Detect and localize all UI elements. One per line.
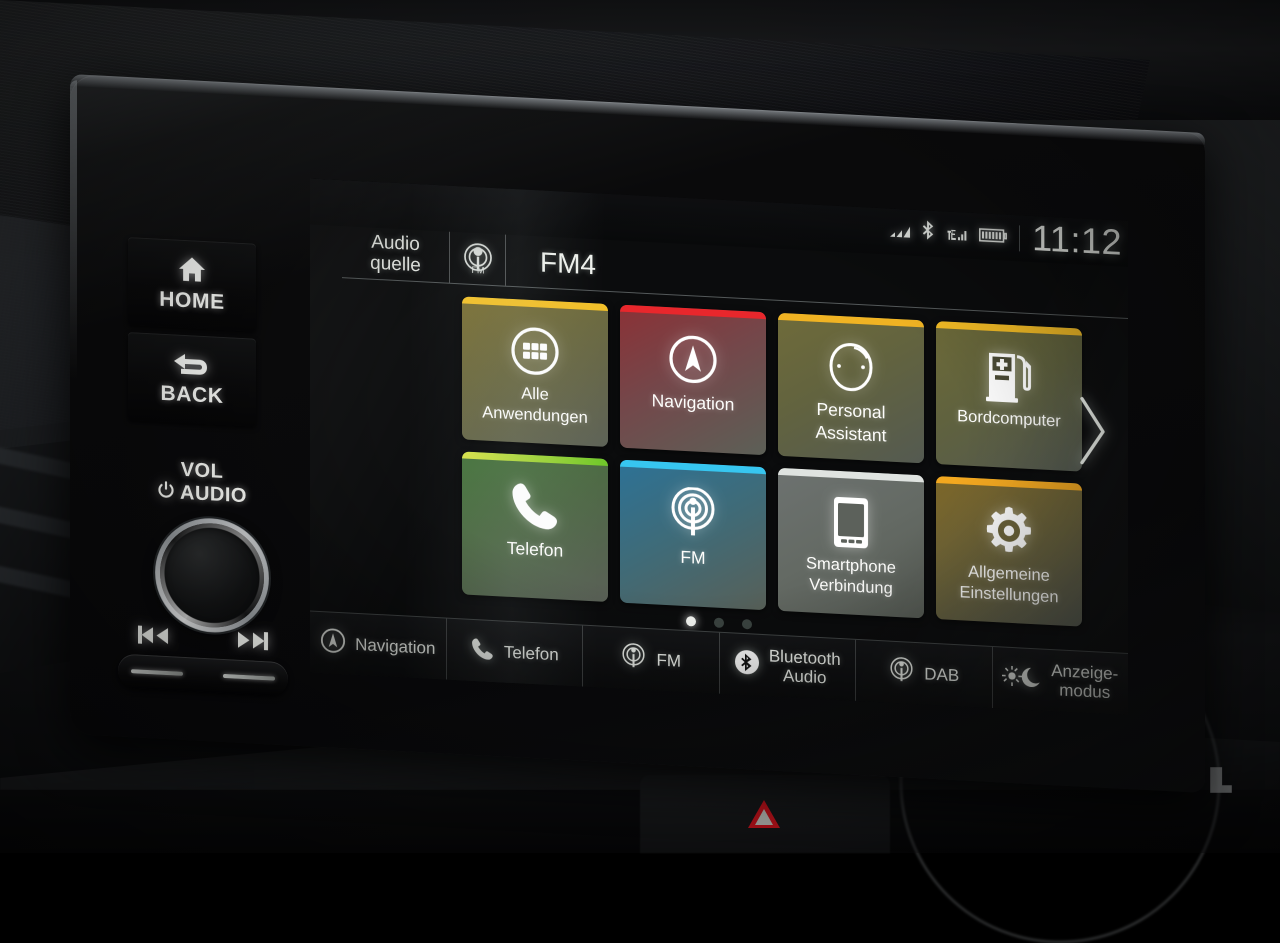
shortcut-label: FM [656, 650, 681, 671]
back-button-label: BACK [160, 381, 223, 408]
tile-personal-assistant[interactable]: Personal Assistant [778, 313, 924, 464]
previous-track-icon [136, 625, 170, 650]
shortcut-label: DAB [924, 664, 959, 686]
volume-control-group: VOL AUDIO [122, 457, 282, 510]
audio-source-button[interactable]: Audio quelle [342, 226, 450, 283]
shortcut-bluetooth-audio[interactable]: Bluetooth Audio [720, 633, 857, 701]
back-arrow-icon [173, 351, 211, 382]
volume-knob[interactable] [160, 521, 264, 630]
tile-label-line1: FM [676, 545, 709, 569]
radio-broadcast-icon [888, 656, 915, 689]
phone-handset-icon [508, 474, 562, 539]
tile-label-line1: Bordcomputer [953, 404, 1065, 431]
app-grid-icon [508, 319, 562, 384]
radio-broadcast-icon [620, 642, 647, 675]
cellular-signal-icon [946, 225, 968, 246]
bezel-left-highlight [70, 80, 77, 380]
shortcut-label: Telefon [504, 642, 559, 665]
bluetooth-icon [922, 220, 935, 245]
svg-text:FM: FM [471, 264, 484, 275]
tile-accent-bar [620, 460, 766, 475]
navigation-compass-icon [666, 327, 720, 392]
audio-source-label-line2: quelle [370, 253, 421, 276]
tile-alle-anwendungen[interactable]: Alle Anwendungen [462, 296, 608, 447]
tile-telefon[interactable]: Telefon [462, 451, 608, 602]
app-tile-grid: Alle Anwendungen Navigation [462, 296, 1082, 628]
seek-prev-indicator [131, 669, 183, 676]
wifi-signal-icon [889, 223, 911, 243]
infotainment-display[interactable]: 11:12 Audio quelle FM [310, 178, 1128, 715]
tile-label-line2: Einstellungen [955, 581, 1062, 608]
tile-accent-bar [778, 313, 924, 328]
tile-navigation[interactable]: Navigation [620, 305, 766, 456]
next-track-icon [236, 631, 270, 656]
seek-control-group [118, 624, 288, 696]
gear-icon [983, 498, 1035, 563]
tile-accent-bar [936, 476, 1082, 491]
phone-handset-icon [470, 635, 495, 666]
back-button[interactable]: BACK [128, 332, 256, 427]
home-icon [177, 255, 207, 288]
shortcut-label-group: Anzeige- modus [1051, 662, 1118, 702]
shortcut-label-group: Bluetooth Audio [769, 647, 841, 687]
shortcut-fm[interactable]: FM [583, 626, 720, 694]
next-page-button[interactable] [1076, 394, 1110, 473]
page-dot-1[interactable] [686, 616, 696, 627]
smartphone-icon [832, 491, 870, 555]
tile-fm[interactable]: FM [620, 460, 766, 611]
seek-next-indicator [223, 674, 275, 681]
battery-icon [979, 227, 1007, 248]
tile-bordcomputer[interactable]: Bordcomputer [936, 321, 1082, 472]
shortcut-telefon[interactable]: Telefon [447, 619, 584, 687]
tile-accent-bar [462, 296, 608, 311]
tile-label-line1: Navigation [648, 388, 739, 415]
head-unit: HOME BACK VOL AUDIO [70, 74, 1205, 793]
clock: 11:12 [1032, 220, 1122, 263]
fuel-pump-icon [983, 343, 1035, 408]
tile-smartphone-verbindung[interactable]: Smartphone Verbindung [778, 468, 924, 619]
status-divider [1019, 225, 1020, 251]
assistant-face-icon [826, 335, 876, 400]
shortcut-anzeigemodus[interactable]: Anzeige- modus [993, 647, 1129, 715]
hazard-triangle-icon [748, 800, 780, 828]
tile-label-line1: Alle [517, 381, 553, 404]
tile-accent-bar [778, 468, 924, 483]
tile-allgemeine-einstellungen[interactable]: Allgemeine Einstellungen [936, 476, 1082, 627]
shortcut-label: Navigation [355, 634, 435, 658]
tile-row-1: Alle Anwendungen Navigation [462, 296, 1082, 471]
hardware-button-column: HOME BACK [128, 237, 278, 435]
current-source-label: FM4 [506, 235, 596, 291]
power-icon [157, 481, 175, 505]
tile-row-2: Telefon [462, 451, 1082, 626]
bluetooth-icon [734, 649, 760, 681]
tile-label-line2: Assistant [812, 419, 891, 446]
tile-label-line2: Anwendungen [478, 401, 592, 428]
tile-label-line2: Verbindung [805, 573, 897, 599]
home-button[interactable]: HOME [128, 237, 256, 332]
tile-accent-bar [620, 305, 766, 320]
page-dot-2[interactable] [714, 617, 724, 628]
home-button-label: HOME [159, 287, 224, 314]
system-icons [889, 218, 1007, 251]
shortcut-navigation[interactable]: Navigation [310, 611, 447, 679]
tile-accent-bar [936, 321, 1082, 336]
page-dot-3[interactable] [742, 619, 752, 630]
shortcut-label-line2: Audio [769, 666, 841, 688]
shortcut-dab[interactable]: DAB [856, 640, 993, 708]
tile-label-line1: Telefon [503, 536, 567, 562]
radio-broadcast-icon [666, 482, 720, 547]
navigation-compass-icon [320, 627, 346, 659]
chevron-right-icon [1076, 453, 1110, 472]
source-radio-icon: FM [450, 232, 506, 286]
car-dashboard-scene: HOME BACK VOL AUDIO [0, 0, 1280, 853]
tile-accent-bar [462, 451, 608, 466]
audio-label: AUDIO [180, 482, 247, 508]
shortcut-label-line2: modus [1051, 681, 1118, 703]
sun-moon-icon [1002, 664, 1042, 693]
